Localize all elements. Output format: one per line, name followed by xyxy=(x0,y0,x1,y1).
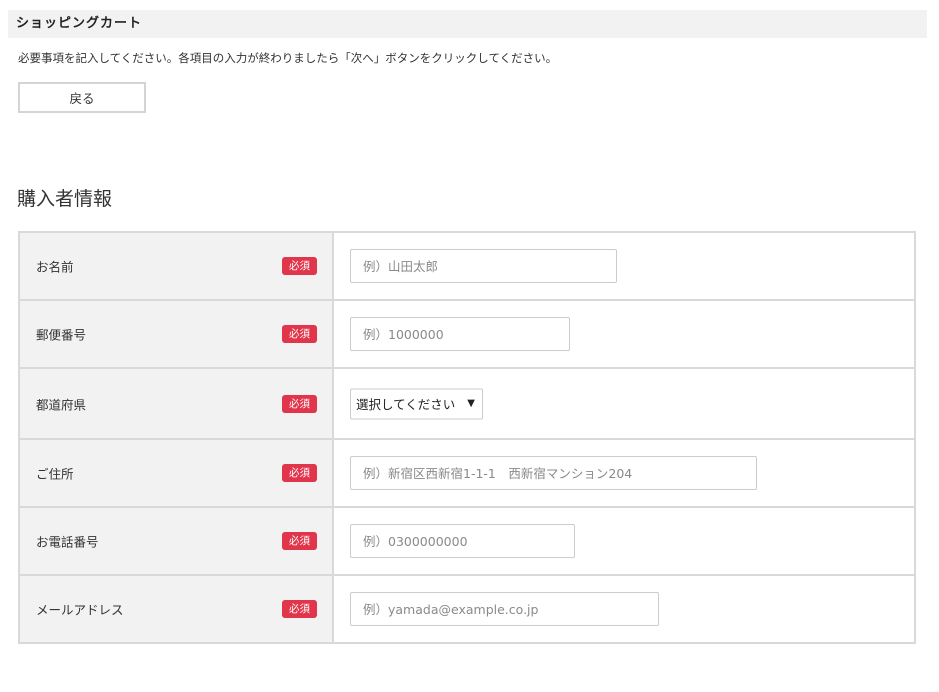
postal-code-input[interactable] xyxy=(350,317,570,351)
address-input[interactable] xyxy=(350,456,757,490)
form-row-address: ご住所 必須 xyxy=(20,440,914,508)
postal-code-label: 郵便番号 xyxy=(36,327,87,343)
email-label: メールアドレス xyxy=(36,602,124,618)
required-badge: 必須 xyxy=(282,394,317,413)
form-label-cell: 郵便番号 必須 xyxy=(20,301,334,367)
form-field-cell xyxy=(334,233,914,299)
back-button[interactable]: 戻る xyxy=(18,82,146,113)
form-row-name: お名前 必須 xyxy=(20,233,914,301)
form-field-cell: 選択してください ▼ xyxy=(334,369,914,438)
required-badge: 必須 xyxy=(282,600,317,618)
name-label: お名前 xyxy=(36,259,74,275)
form-label-cell: お名前 必須 xyxy=(20,233,334,299)
dropdown-arrow-icon: ▼ xyxy=(467,398,475,409)
required-badge: 必須 xyxy=(282,325,317,343)
prefecture-label: 都道府県 xyxy=(36,397,87,412)
address-label: ご住所 xyxy=(36,466,74,482)
prefecture-select-value: 選択してください xyxy=(356,397,456,412)
phone-input[interactable] xyxy=(350,524,575,558)
form-field-cell xyxy=(334,440,914,506)
phone-label: お電話番号 xyxy=(36,534,99,550)
form-row-phone: お電話番号 必須 xyxy=(20,508,914,576)
form-field-cell xyxy=(334,508,914,574)
form-label-cell: 都道府県 必須 xyxy=(20,369,334,438)
required-badge: 必須 xyxy=(282,532,317,550)
page: ショッピングカート 必要事項を記入してください。各項目の入力が終わりましたら「次… xyxy=(0,0,939,692)
form-label-cell: ご住所 必須 xyxy=(20,440,334,506)
required-badge: 必須 xyxy=(282,464,317,482)
purchaser-info-form: お名前 必須 郵便番号 必須 都道府県 必須 xyxy=(18,231,916,644)
page-header: ショッピングカート xyxy=(8,10,927,38)
form-label-cell: お電話番号 必須 xyxy=(20,508,334,574)
email-input[interactable] xyxy=(350,592,659,626)
form-row-prefecture: 都道府県 必須 選択してください ▼ xyxy=(20,369,914,440)
form-label-cell: メールアドレス 必須 xyxy=(20,576,334,642)
form-row-email: メールアドレス 必須 xyxy=(20,576,914,642)
form-row-postal-code: 郵便番号 必須 xyxy=(20,301,914,369)
section-title: 購入者情報 xyxy=(17,188,113,210)
page-header-title: ショッピングカート xyxy=(16,16,143,31)
form-field-cell xyxy=(334,576,914,642)
required-badge: 必須 xyxy=(282,257,317,275)
instructions-text: 必要事項を記入してください。各項目の入力が終わりましたら「次へ」ボタンをクリック… xyxy=(18,51,558,65)
form-field-cell xyxy=(334,301,914,367)
prefecture-select[interactable]: 選択してください ▼ xyxy=(350,388,483,419)
name-input[interactable] xyxy=(350,249,617,283)
